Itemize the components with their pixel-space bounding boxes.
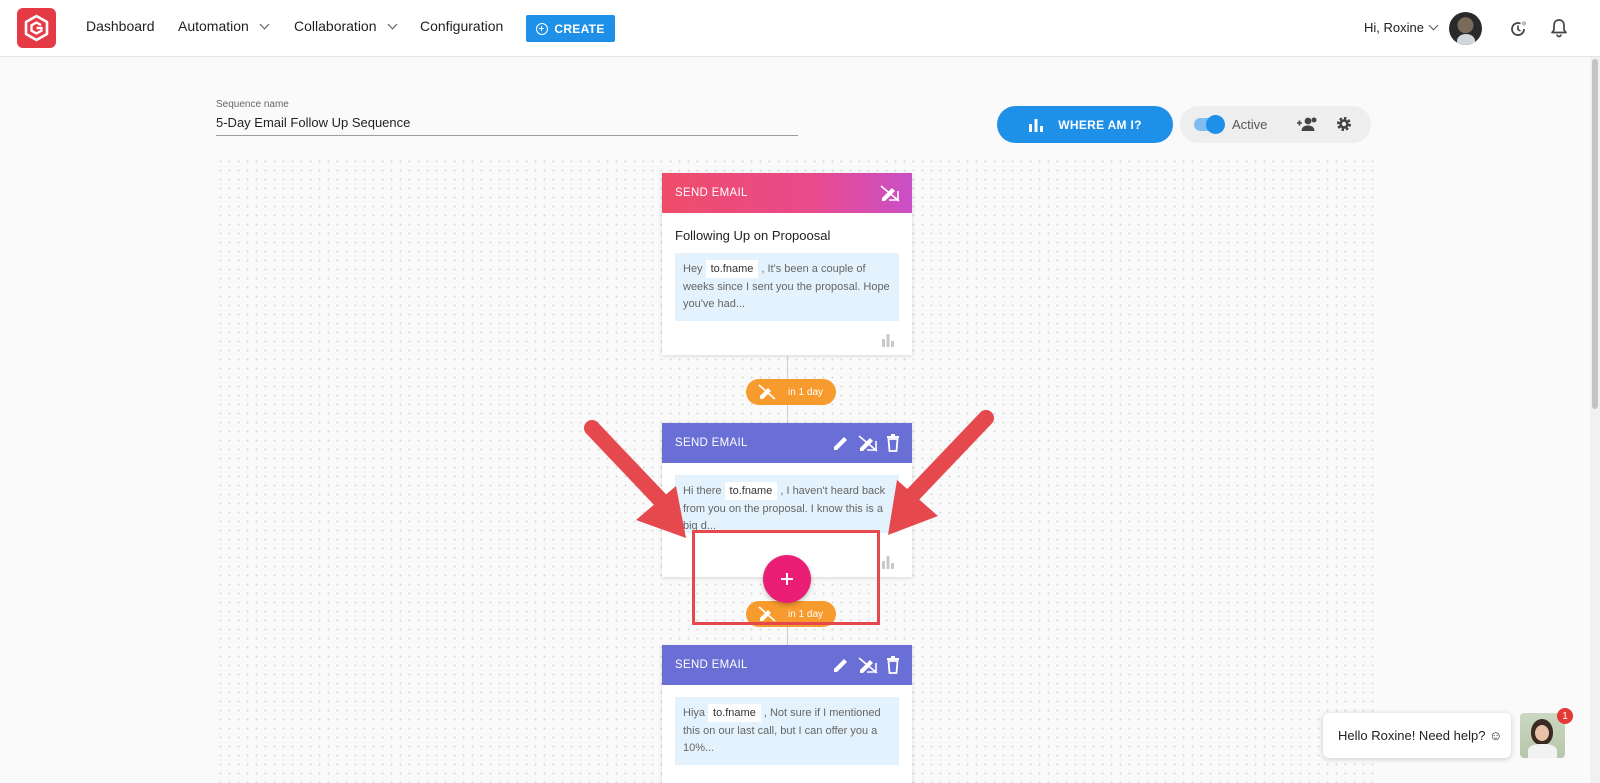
- snippet-text: Hi there: [683, 485, 722, 497]
- nav-label: Dashboard: [86, 18, 155, 34]
- add-person-icon[interactable]: [1296, 115, 1318, 133]
- sequence-name-input[interactable]: 5-Day Email Follow Up Sequence: [216, 113, 798, 136]
- nav-label: Collaboration: [294, 18, 377, 34]
- step-header: SEND EMAIL: [662, 645, 912, 685]
- sequence-name-label: Sequence name: [216, 99, 289, 110]
- email-snippet: Hiya to.fname, Not sure if I mentioned th…: [675, 697, 899, 765]
- avatar[interactable]: [1449, 12, 1482, 45]
- step-header: SEND EMAIL: [662, 173, 912, 213]
- merge-tag: to.fname: [705, 260, 759, 278]
- where-am-i-label: WHERE AM I?: [1058, 117, 1142, 132]
- active-label: Active: [1232, 117, 1268, 132]
- chevron-down-icon: [1428, 20, 1439, 31]
- step-type-label: SEND EMAIL: [675, 659, 748, 671]
- nav-configuration[interactable]: Configuration: [420, 18, 503, 34]
- bell-icon[interactable]: [1550, 18, 1568, 38]
- pencil-icon[interactable]: [832, 434, 850, 452]
- chevron-down-icon: [387, 19, 397, 29]
- sequence-controls: Active: [1180, 106, 1371, 143]
- logo-icon: [24, 14, 49, 42]
- nav-automation[interactable]: Automation: [178, 18, 270, 34]
- user-menu[interactable]: Hi, Roxine: [1364, 20, 1439, 35]
- bar-chart-icon: [1029, 118, 1044, 132]
- create-label: CREATE: [554, 21, 605, 36]
- pencil-icon[interactable]: [832, 656, 850, 674]
- nav-label: Configuration: [420, 18, 504, 34]
- no-edit-icon[interactable]: [880, 184, 900, 202]
- page-scrollbar[interactable]: [1590, 57, 1600, 783]
- stats-icon[interactable]: [881, 333, 895, 347]
- trash-icon[interactable]: [886, 434, 900, 452]
- delay-pill[interactable]: in 1 day: [746, 379, 836, 405]
- create-button[interactable]: CREATE: [526, 15, 615, 42]
- step-header: SEND EMAIL: [662, 423, 912, 463]
- step-title: Following Up on Propoosal: [675, 228, 831, 243]
- nav-label: Automation: [178, 18, 249, 34]
- chevron-down-icon: [259, 19, 270, 29]
- top-nav: Dashboard Automation Collaboration Confi…: [0, 0, 1600, 57]
- gear-icon[interactable]: [1334, 114, 1354, 134]
- no-edit-icon: [758, 384, 776, 400]
- merge-tag: to.fname: [708, 704, 761, 722]
- email-snippet: Hey to.fname, It's been a couple of weeks…: [675, 253, 899, 321]
- active-toggle[interactable]: [1194, 115, 1225, 134]
- step-type-label: SEND EMAIL: [675, 437, 748, 449]
- snippet-text: Hey: [683, 263, 703, 275]
- help-chat-bubble[interactable]: Hello Roxine! Need help? ☺: [1323, 713, 1511, 758]
- user-greeting: Hi, Roxine: [1364, 20, 1424, 35]
- notification-badge: 1: [1557, 708, 1573, 724]
- annotation-highlight-box: [692, 530, 880, 625]
- step-type-label: SEND EMAIL: [675, 187, 748, 199]
- trash-icon[interactable]: [886, 656, 900, 674]
- history-icon[interactable]: [1508, 19, 1528, 39]
- stats-icon[interactable]: [881, 555, 895, 569]
- scrollbar-thumb[interactable]: [1592, 59, 1598, 409]
- nav-collaboration[interactable]: Collaboration: [294, 18, 397, 34]
- no-edit-icon[interactable]: [858, 656, 878, 674]
- email-snippet: Hi there to.fname, I haven't heard back f…: [675, 475, 899, 533]
- email-step-card[interactable]: SEND EMAIL Following Up on Propoosal Hey…: [662, 173, 912, 355]
- snippet-text: Hiya: [683, 707, 706, 719]
- merge-tag: to.fname: [724, 482, 778, 500]
- where-am-i-button[interactable]: WHERE AM I?: [997, 106, 1173, 143]
- email-step-card[interactable]: SEND EMAIL Hiya to.fname, Not sure if I m…: [662, 645, 912, 783]
- app-logo[interactable]: [17, 8, 56, 48]
- plus-circle-icon: [536, 22, 549, 35]
- delay-label: in 1 day: [788, 386, 824, 398]
- no-edit-icon[interactable]: [858, 434, 878, 452]
- help-message: Hello Roxine! Need help? ☺: [1338, 728, 1503, 743]
- nav-dashboard[interactable]: Dashboard: [86, 18, 155, 34]
